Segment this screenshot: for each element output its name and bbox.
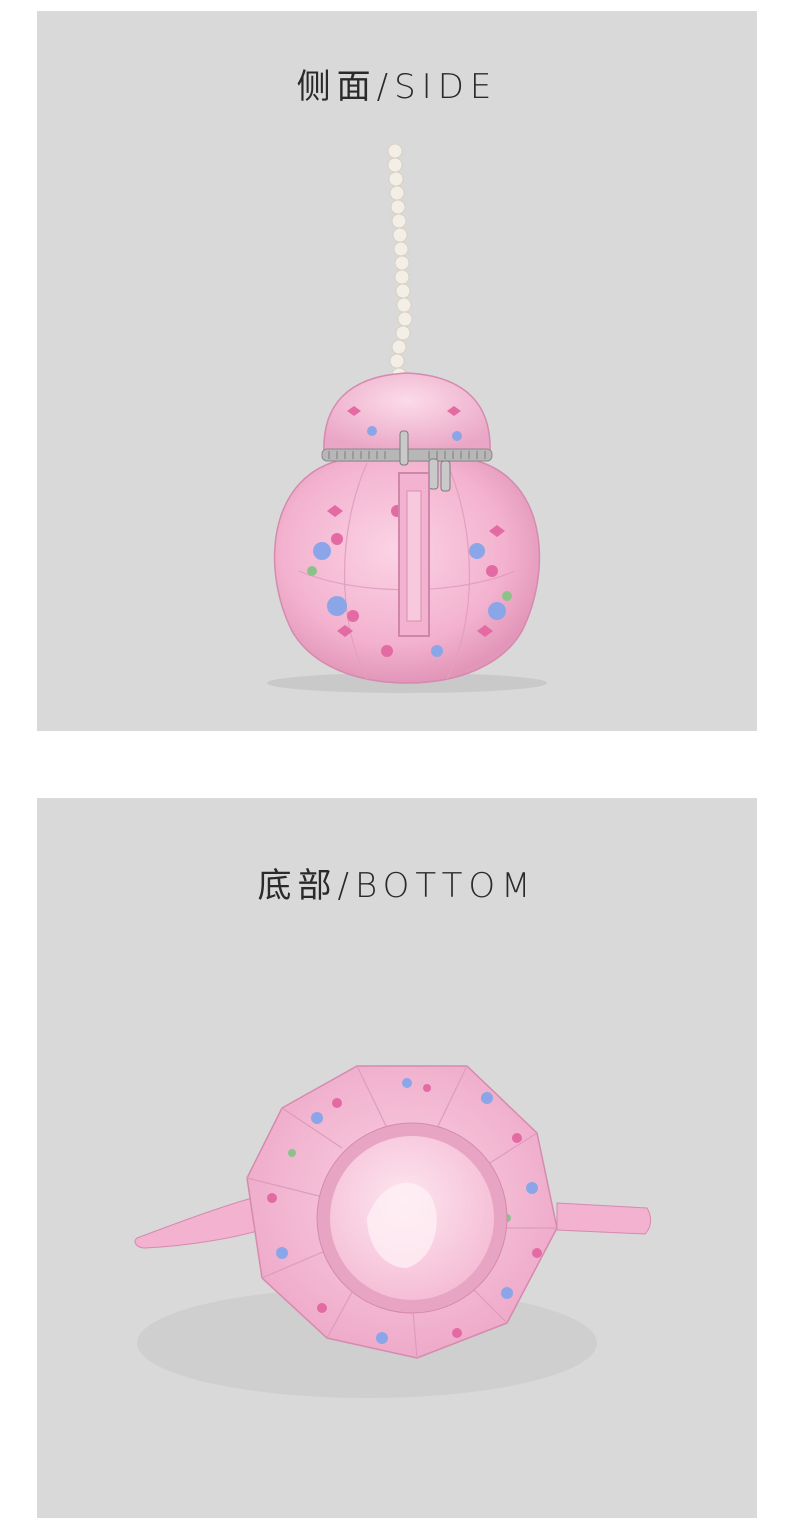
teapot-bag-side-image: [267, 143, 547, 693]
handle-inner: [406, 490, 422, 622]
bottom-handle: [556, 1202, 652, 1235]
spout: [134, 1197, 268, 1249]
teapot-bag-bottom-image: [134, 1065, 652, 1398]
pearl-strap: [387, 143, 413, 395]
bottom-view-panel: 底部/BOTTOM: [37, 798, 757, 1518]
side-view-panel: 侧面/SIDE: [37, 11, 757, 731]
